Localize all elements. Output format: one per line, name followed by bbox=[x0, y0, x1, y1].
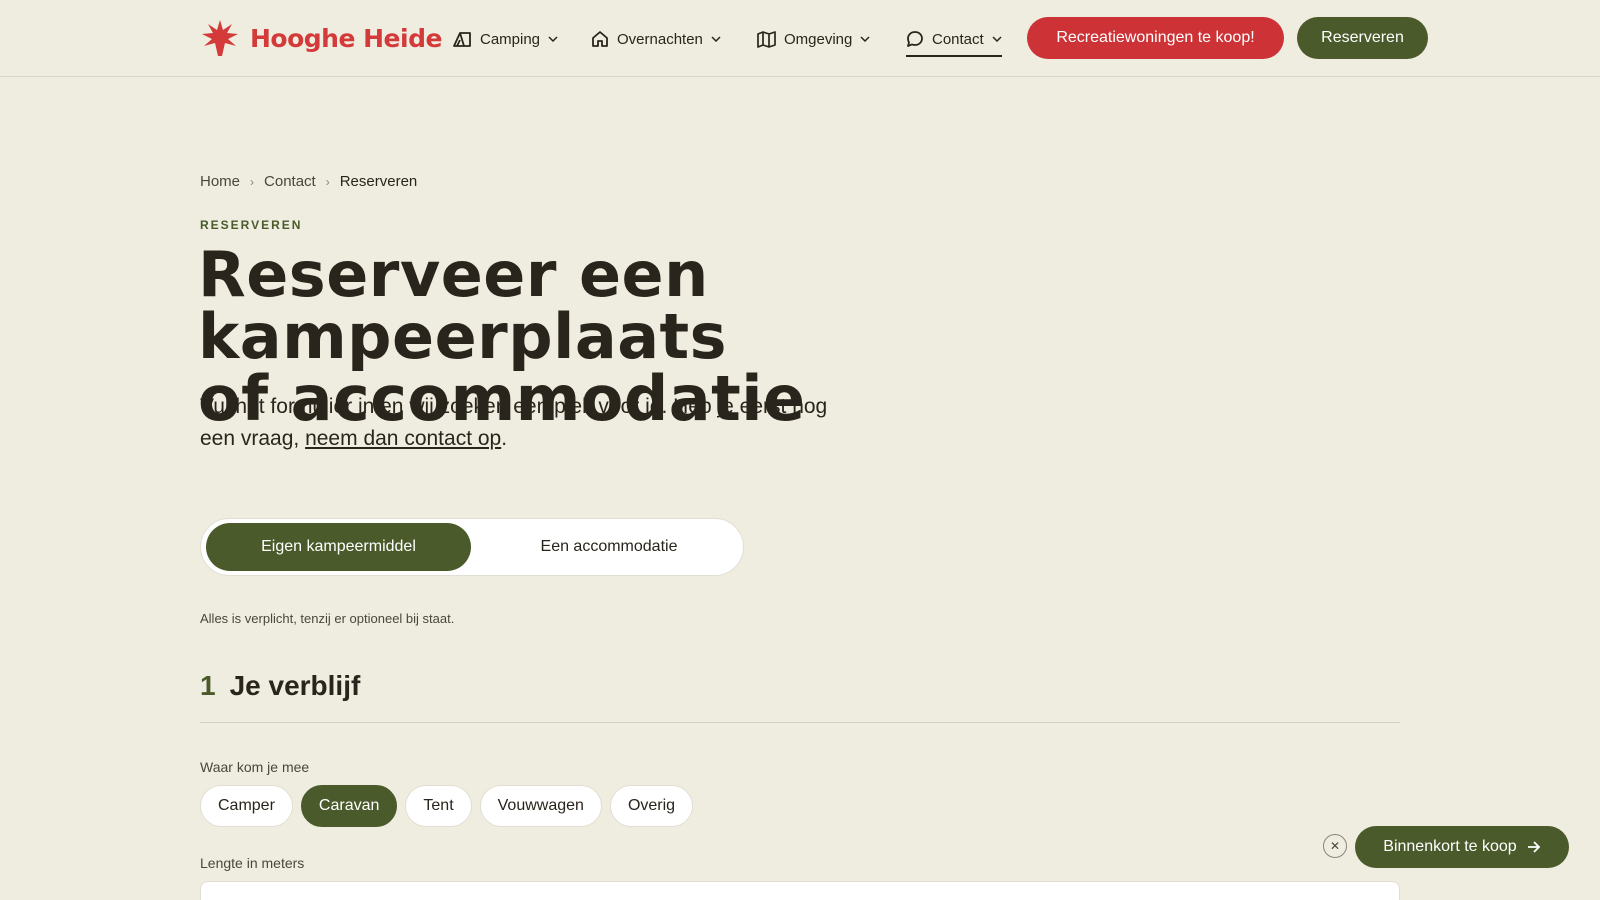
map-icon bbox=[757, 30, 776, 48]
camping-gear-label: Waar kom je mee bbox=[200, 759, 310, 775]
breadcrumb-separator-icon: › bbox=[250, 174, 255, 189]
chat-bubble-icon bbox=[907, 31, 923, 47]
chevron-down-icon bbox=[711, 36, 721, 42]
contact-link[interactable]: neem dan contact op bbox=[305, 427, 501, 450]
nav-contact[interactable]: Contact bbox=[906, 26, 1002, 57]
length-input[interactable] bbox=[200, 881, 1400, 900]
breadcrumb-contact[interactable]: Contact bbox=[264, 173, 316, 190]
coming-soon-label: Binnenkort te koop bbox=[1383, 838, 1517, 855]
sale-homes-button[interactable]: Recreatiewoningen te koop! bbox=[1027, 17, 1284, 59]
nav-omgeving-label: Omgeving bbox=[784, 30, 853, 48]
section-divider bbox=[200, 722, 1400, 723]
length-label: Lengte in meters bbox=[200, 855, 305, 871]
brand-name: Hooghe Heide bbox=[250, 23, 442, 53]
option-overig[interactable]: Overig bbox=[609, 785, 694, 827]
option-camper[interactable]: Camper bbox=[200, 785, 293, 827]
intro-end: . bbox=[501, 427, 508, 450]
nav-overnachten-label: Overnachten bbox=[617, 30, 703, 48]
intro-body: Vul het formulier in en wij zoeken een p… bbox=[200, 395, 828, 450]
reserve-button[interactable]: Reserveren bbox=[1297, 17, 1428, 59]
required-note: Alles is verplicht, tenzij er optioneel … bbox=[200, 611, 455, 626]
breadcrumb-current: Reserveren bbox=[339, 173, 418, 190]
option-tent[interactable]: Tent bbox=[405, 785, 472, 827]
close-icon[interactable]: ✕ bbox=[1323, 834, 1347, 858]
nav-camping[interactable]: Camping bbox=[452, 26, 558, 52]
coming-soon-for-sale-button[interactable]: Binnenkort te koop bbox=[1355, 826, 1569, 868]
option-vouwwagen[interactable]: Vouwwagen bbox=[479, 785, 602, 827]
toggle-accommodation[interactable]: Een accommodatie bbox=[479, 523, 739, 571]
nav-omgeving[interactable]: Omgeving bbox=[757, 26, 870, 52]
site-header: Hooghe Heide Camping Overnachten Omgevin… bbox=[0, 0, 1600, 77]
chevron-down-icon bbox=[548, 36, 558, 42]
page-title-line-1: Reserveer een kampeerplaats bbox=[198, 238, 728, 373]
chevron-down-icon bbox=[860, 36, 870, 42]
breadcrumb: Home › Contact › Reserveren bbox=[200, 173, 417, 190]
tree-logo-icon bbox=[202, 20, 238, 56]
tent-icon bbox=[453, 32, 471, 47]
section-title: Je verblijf bbox=[229, 670, 361, 701]
section-number: 1 bbox=[200, 670, 216, 701]
logo[interactable]: Hooghe Heide bbox=[200, 18, 442, 58]
nav-contact-label: Contact bbox=[932, 30, 984, 48]
arrow-right-icon bbox=[1527, 841, 1540, 853]
home-icon bbox=[592, 31, 608, 47]
nav-overnachten[interactable]: Overnachten bbox=[591, 26, 721, 52]
toggle-own-camping-gear[interactable]: Eigen kampeermiddel bbox=[206, 523, 471, 571]
booking-type-toggle: Eigen kampeermiddel Een accommodatie bbox=[200, 518, 744, 576]
breadcrumb-separator-icon: › bbox=[325, 174, 330, 189]
chevron-down-icon bbox=[992, 36, 1002, 42]
page-eyebrow: RESERVEREN bbox=[200, 218, 303, 232]
option-caravan[interactable]: Caravan bbox=[300, 785, 398, 827]
camping-gear-options: Camper Caravan Tent Vouwwagen Overig bbox=[200, 785, 694, 827]
intro-text: Vul het formulier in en wij zoeken een p… bbox=[200, 391, 860, 455]
section-heading: 1 Je verblijf bbox=[200, 670, 360, 702]
nav-camping-label: Camping bbox=[480, 30, 541, 48]
breadcrumb-home[interactable]: Home bbox=[200, 173, 240, 190]
